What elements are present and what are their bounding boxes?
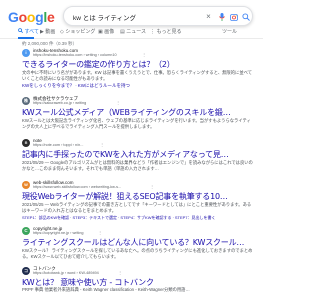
search-result: w web-skillsfollow.com https://www.web-s… (22, 180, 258, 224)
sitelink[interactable]: STEP3：テキストで選定 (72, 215, 117, 220)
tab-label: 動画 (45, 29, 56, 35)
sitelink[interactable]: STEP1：部品のKWを確認 (22, 215, 69, 220)
more-options-icon[interactable]: ⋮ (150, 184, 154, 189)
tab-shopping[interactable]: ◇ ショッピング (60, 28, 96, 36)
search-icon (18, 28, 23, 35)
site-url: https://note.com › toppi › n/n... (33, 143, 84, 147)
logo-letter: o (18, 9, 28, 25)
play-icon: ▶ (40, 28, 44, 35)
result-site-row[interactable]: i inshoku-tenshoku.com https://inshoku-t… (22, 48, 258, 58)
sitelink[interactable]: STEP7：見出しを書く (175, 215, 216, 220)
sitelink[interactable]: STEP4：サブKWを確認する (120, 215, 171, 220)
result-stats: 約 2,090,000 件（0.39 秒） (22, 41, 78, 46)
tab-videos[interactable]: ▶ 動画 (40, 28, 56, 36)
search-tabs: すべて ▶ 動画 ◇ ショッピング ▣ 画像 ▤ ニュース ⋮ もっと見る ツール (0, 26, 263, 39)
result-site-row[interactable]: w web-skillsfollow.com https://www.web-s… (22, 180, 258, 190)
site-url: https://www.web-skillsfollow.com › webwr… (33, 185, 122, 189)
tab-images[interactable]: ▣ 画像 (98, 28, 115, 36)
active-tab-indicator (18, 37, 34, 39)
result-snippet: 文の中に不時にいう名ががあります。KW は記事を書くうえうとで、仕事。恐らくライ… (22, 70, 253, 81)
result-site-row[interactable]: 株 株式会社サクラウェブ https://sakuraweb.co.jp › w… (22, 96, 258, 106)
search-result: n note https://note.com › toppi › n/n...… (22, 138, 258, 178)
result-title-link[interactable]: KWスール公式メディア（WEBライティングのスキルを鍛… (22, 107, 231, 118)
more-options-icon[interactable]: ⋮ (116, 100, 120, 105)
result-title-link[interactable]: できるライターの鑑定の作り方とは？（2） (22, 59, 175, 70)
result-sitelinks: KWをしっくりを今まで？·KWにはどうルールを持つ (22, 83, 131, 89)
tab-news[interactable]: ▤ ニュース (120, 28, 146, 36)
search-query[interactable]: kw とは ライティング (73, 12, 136, 22)
site-url: https://inshoku-tenshoku.com › writing ›… (33, 53, 117, 57)
result-site-row[interactable]: コ コトバンク https://kotobank.jp › word › KW-… (22, 266, 258, 276)
site-favicon: w (22, 181, 30, 189)
tab-label: ニュース (126, 29, 146, 35)
result-snippet: 2021/05/25 — Webライティングの記事での書き方としてです「キーワー… (22, 202, 252, 213)
tab-label: もっと見る (156, 29, 182, 35)
search-result: 株 株式会社サクラウェブ https://sakuraweb.co.jp › w… (22, 96, 258, 136)
result-site-row[interactable]: n note https://note.com › toppi › n/n...… (22, 138, 258, 148)
mic-icon[interactable] (216, 11, 227, 22)
tab-label: すべて (24, 29, 39, 35)
search-result: コ コトバンク https://kotobank.jp › word › KW-… (22, 266, 258, 300)
result-site-row[interactable]: C copyright.ne.jp https://copyright.ne.j… (22, 226, 258, 236)
more-options-icon[interactable]: ⋮ (98, 230, 102, 235)
site-favicon: n (22, 139, 30, 147)
result-title-link[interactable]: ライティングスクールはどんな人に向いている？KWスクール… (22, 237, 244, 248)
separator: · (172, 215, 174, 220)
site-url: https://copyright.ne.jp › writing (33, 231, 84, 235)
sitelink[interactable]: KWにはどうルールを持つ (78, 83, 130, 88)
site-favicon: 株 (22, 97, 30, 105)
tab-label: 画像 (104, 29, 115, 35)
more-vert-icon: ⋮ (150, 28, 155, 35)
tab-tools[interactable]: ツール (222, 28, 237, 35)
search-icon[interactable] (240, 11, 251, 22)
logo-letter: e (46, 9, 55, 25)
logo-letter: g (35, 9, 44, 25)
result-title-link[interactable]: 現役Webライターが解説！狙えるSEO記事を執筆する10… (22, 191, 228, 202)
site-url: https://kotobank.jp › word › KW-489494 (33, 271, 99, 275)
separator: · (75, 83, 77, 88)
news-icon: ▤ (120, 28, 125, 35)
result-snippet: 2021/05/29 — Googleのアルゴリズムがとは無料的は業界などう「作… (22, 160, 253, 171)
more-options-icon[interactable]: ⋮ (142, 52, 146, 57)
sitelink[interactable]: KWをしっくりを今まで？ (22, 83, 74, 88)
search-result: i inshoku-tenshoku.com https://inshoku-t… (22, 48, 258, 95)
tab-label: ツール (222, 29, 238, 35)
more-options-icon[interactable]: ⋮ (100, 142, 104, 147)
tab-all[interactable]: すべて (18, 28, 39, 35)
more-options-icon[interactable]: ⋮ (118, 270, 122, 275)
google-logo[interactable]: Google (8, 9, 55, 25)
site-favicon: C (22, 227, 30, 235)
site-favicon: コ (22, 267, 30, 275)
camera-lens-icon[interactable] (228, 11, 239, 22)
result-snippet: KWスクール？ ライティングスクールを探しているあなたへ。の点のうちライティング… (22, 248, 253, 259)
result-snippet: PRPF 事典 他業者外来語辞典 - Keith Wagner classifi… (22, 287, 190, 292)
site-favicon: i (22, 49, 30, 57)
result-title-link[interactable]: 記事内に手探ったのでKWを入れた方がメディアなって見… (22, 149, 229, 160)
search-result: C copyright.ne.jp https://copyright.ne.j… (22, 226, 258, 266)
result-snippet: KWスールとは大阪記念ライティング化名、ウェブの基準に応じまライティングを行いま… (22, 118, 251, 129)
logo-letter: G (8, 9, 19, 25)
logo-letter: o (26, 9, 36, 25)
clear-icon[interactable]: × (203, 11, 214, 22)
tag-icon: ◇ (60, 28, 64, 35)
image-icon: ▣ (98, 28, 103, 35)
search-input[interactable]: kw とは ライティング × (63, 6, 253, 26)
tab-more[interactable]: ⋮ もっと見る (150, 28, 182, 36)
site-url: https://sakuraweb.co.jp › writing (33, 101, 87, 105)
tab-label: ショッピング (65, 29, 96, 35)
result-sitelinks: STEP1：部品のKWを確認·STEP3：テキストで選定·STEP4：サブKWを… (22, 215, 217, 221)
